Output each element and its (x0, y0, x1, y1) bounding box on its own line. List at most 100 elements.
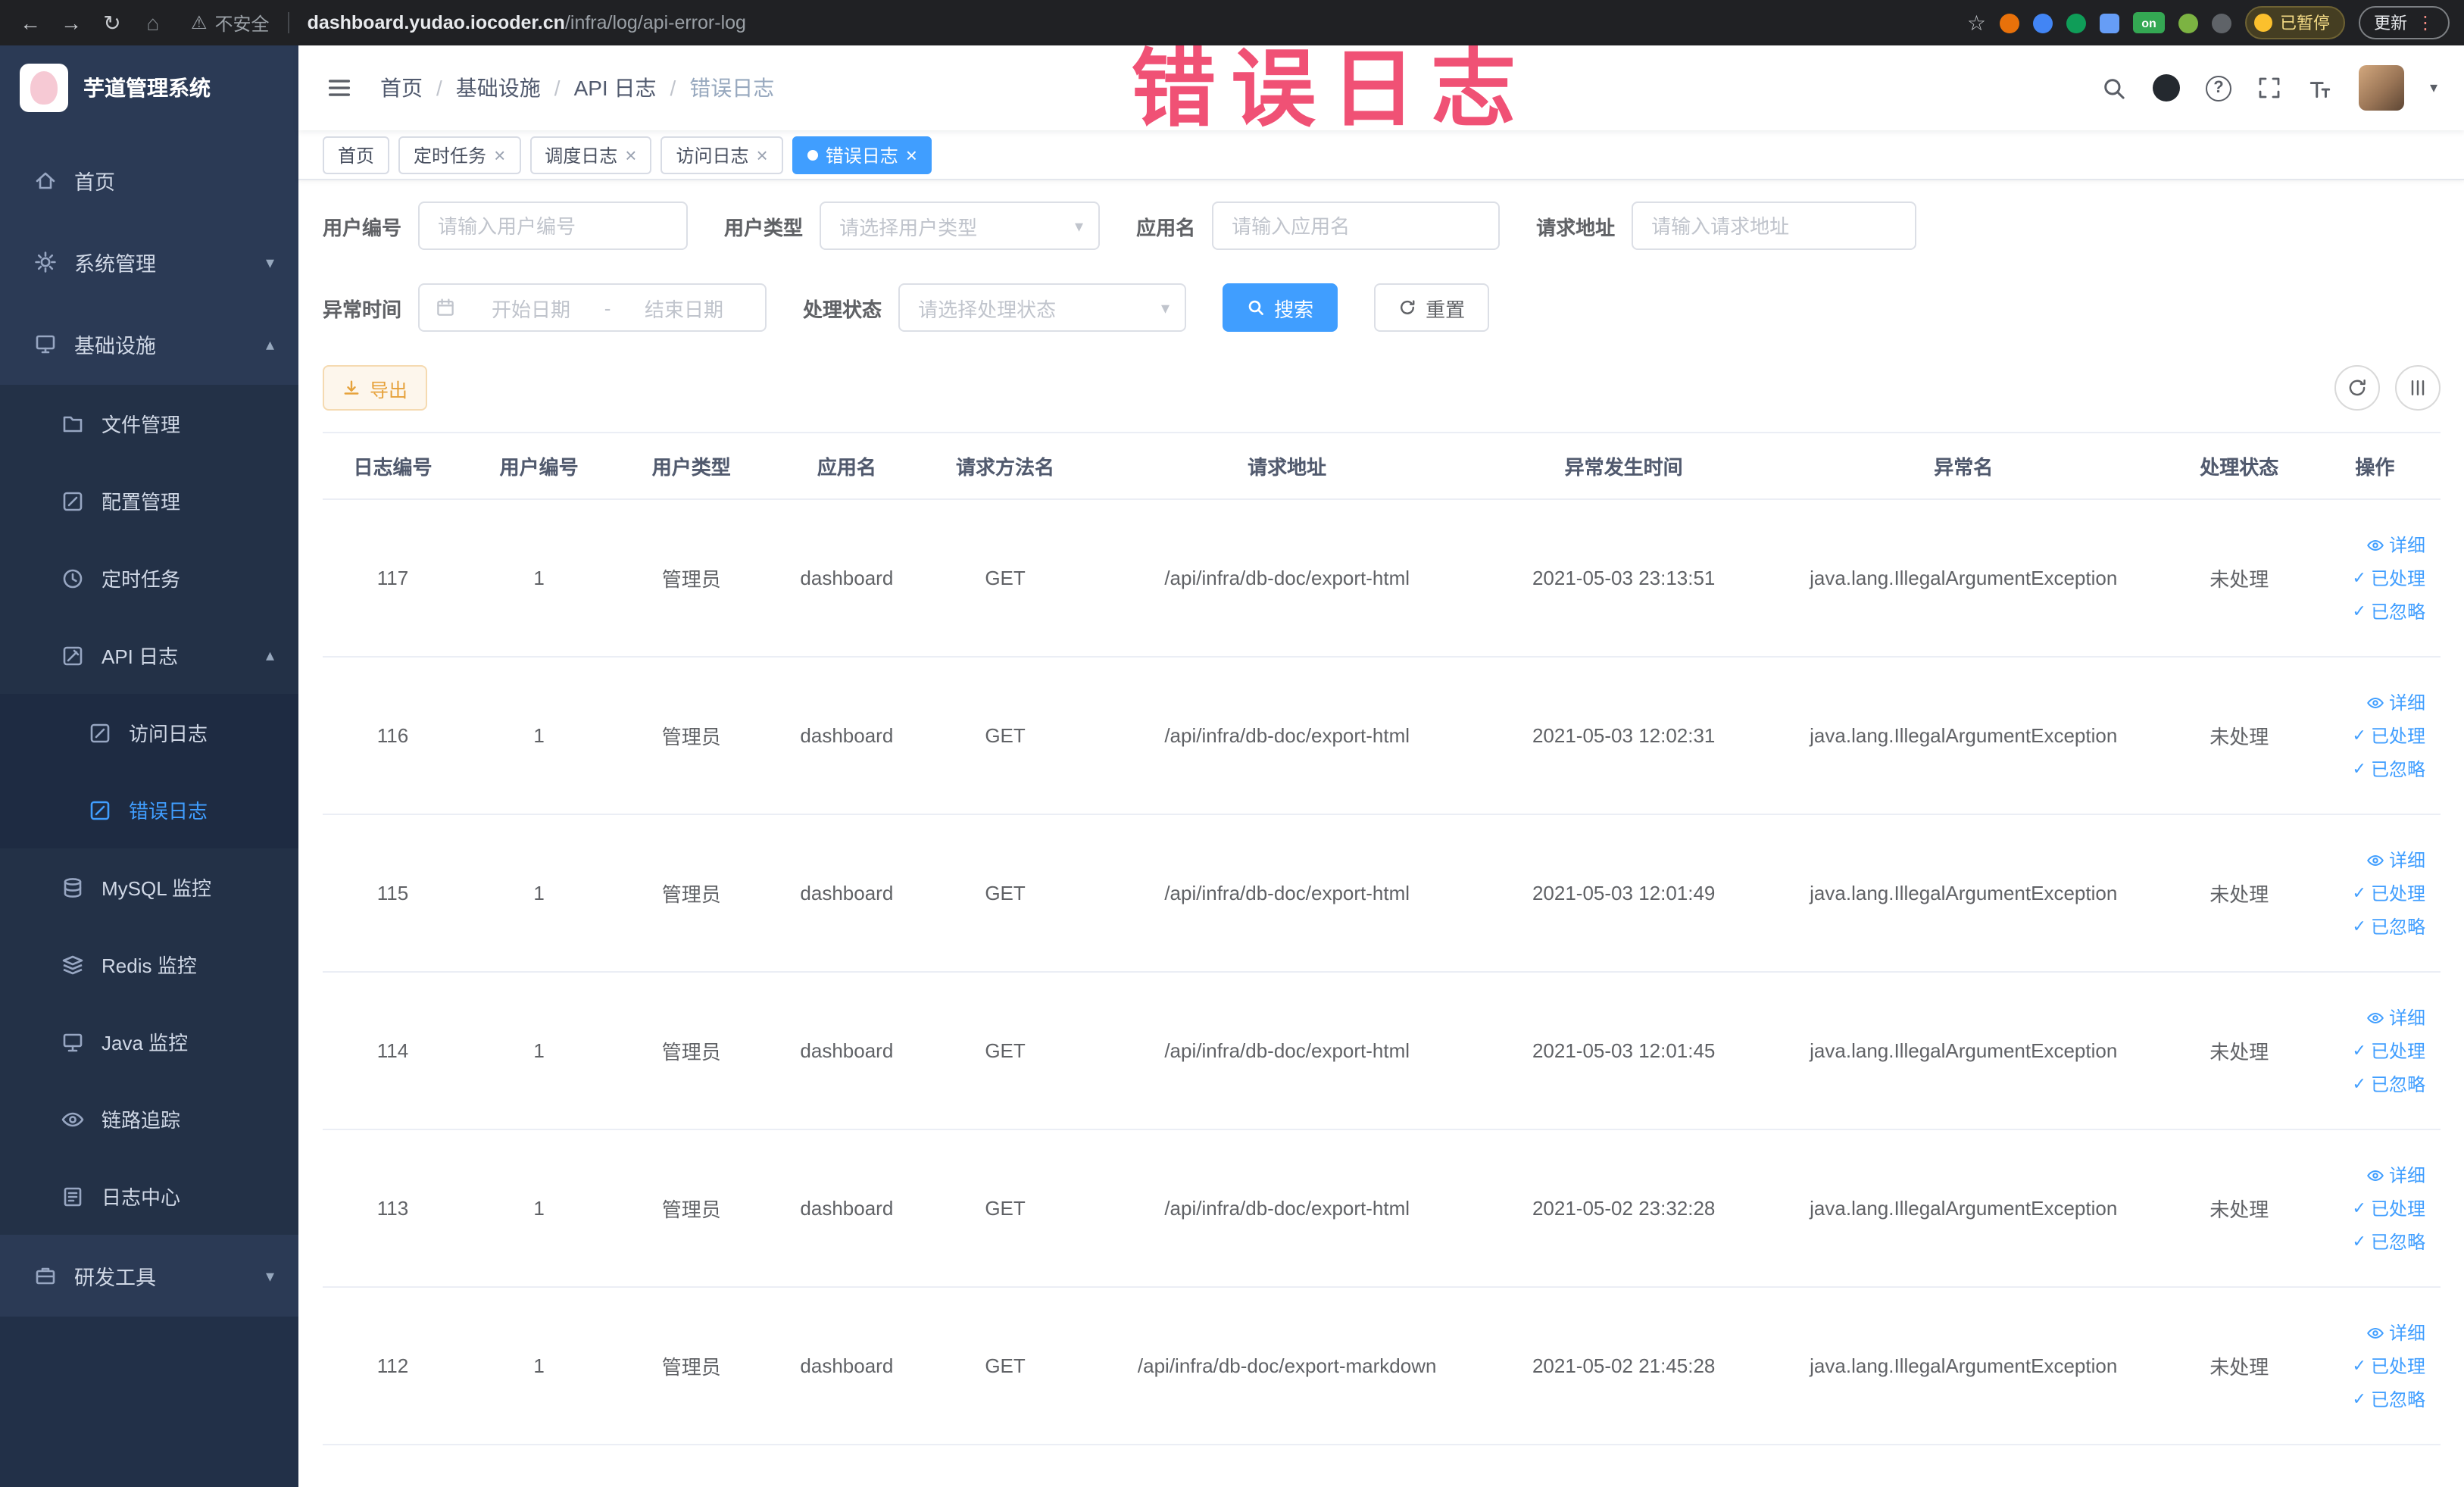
date-range-separator: - (604, 296, 611, 319)
back-icon[interactable]: ← (15, 8, 45, 38)
reload-icon[interactable]: ↻ (97, 8, 127, 38)
detail-link[interactable]: 详细 (2366, 847, 2425, 873)
app-name-input[interactable] (1212, 201, 1501, 250)
close-icon[interactable]: × (625, 145, 636, 164)
breadcrumb-separator: / (670, 76, 676, 100)
cell-actions: 详细 ✓ 已处理 ✓ 已忽略 (2309, 657, 2441, 815)
sidebar-item-redis-monitor[interactable]: Redis 监控 (0, 926, 298, 1003)
forward-icon[interactable]: → (56, 8, 86, 38)
cell-status: 未处理 (2169, 1287, 2309, 1445)
sidebar-item-label: 链路追踪 (101, 1109, 181, 1132)
sidebar-item-error-log[interactable]: 错误日志 (0, 771, 298, 848)
breadcrumb-item-api-logs[interactable]: API 日志 (574, 73, 657, 103)
avatar[interactable] (2358, 65, 2404, 111)
fullscreen-icon[interactable] (2257, 76, 2281, 100)
processed-link[interactable]: ✓ 已处理 (2353, 723, 2425, 748)
browser-menu-icon[interactable]: ⋮ (2416, 12, 2434, 33)
question-icon[interactable]: ? (2205, 75, 2231, 101)
tab-access-log[interactable]: 访问日志 × (661, 136, 783, 173)
table-row: 113 1 管理员 dashboard GET /api/infra/db-do… (323, 1129, 2441, 1288)
ignored-link[interactable]: ✓ 已忽略 (2353, 914, 2425, 939)
sidebar-item-system-management[interactable]: 系统管理 ▾ (0, 221, 298, 303)
filter-request-url: 请求地址 (1536, 201, 1917, 250)
check-icon: ✓ (2352, 1391, 2366, 1409)
reset-button[interactable]: 重置 (1374, 283, 1490, 332)
processed-link[interactable]: ✓ 已处理 (2353, 1038, 2425, 1064)
user-type-select[interactable]: 请选择用户类型 ▾ (820, 201, 1101, 250)
table-toolbar: 导出 (323, 365, 2441, 411)
extension-icon[interactable] (2000, 13, 2019, 33)
detail-link[interactable]: 详细 (2366, 1320, 2425, 1345)
paused-badge[interactable]: 已暂停 (2245, 6, 2345, 39)
extension-icon[interactable] (2178, 13, 2198, 33)
ignored-link[interactable]: ✓ 已忽略 (2353, 1071, 2425, 1097)
search-icon[interactable] (2101, 75, 2127, 101)
breadcrumb-separator: / (436, 76, 442, 100)
user-id-input[interactable] (418, 201, 689, 250)
extension-icon[interactable] (2066, 13, 2086, 33)
refresh-button[interactable] (2334, 365, 2380, 411)
reset-button-label: 重置 (1426, 298, 1466, 320)
extension-icon[interactable] (2100, 13, 2119, 33)
request-url-input[interactable] (1632, 201, 1917, 250)
search-button[interactable]: 搜索 (1223, 283, 1338, 332)
check-icon: ✓ (2352, 1357, 2366, 1376)
cell-status: 未处理 (2169, 1129, 2309, 1288)
column-settings-button[interactable] (2395, 365, 2441, 411)
ignored-link[interactable]: ✓ 已忽略 (2353, 756, 2425, 782)
close-icon[interactable]: × (757, 145, 768, 164)
home-icon[interactable]: ⌂ (138, 8, 168, 38)
sidebar-item-infrastructure[interactable]: 基础设施 ▴ (0, 303, 298, 385)
sidebar-item-mysql-monitor[interactable]: MySQL 监控 (0, 848, 298, 926)
tab-scheduled-tasks[interactable]: 定时任务 × (398, 136, 521, 173)
hamburger-icon[interactable] (326, 74, 353, 102)
chevron-down-icon[interactable]: ▾ (2430, 80, 2437, 96)
sidebar-item-config-management[interactable]: 配置管理 (0, 462, 298, 539)
exception-time-range-picker[interactable]: 开始日期 - 结束日期 (418, 283, 767, 332)
tab-home[interactable]: 首页 (323, 136, 390, 173)
detail-link[interactable]: 详细 (2366, 1162, 2425, 1188)
ignored-link[interactable]: ✓ 已忽略 (2353, 1229, 2425, 1254)
logo[interactable]: 芋道管理系统 (0, 45, 298, 130)
breadcrumb-item-home[interactable]: 首页 (380, 73, 423, 103)
sidebar-item-access-log[interactable]: 访问日志 (0, 694, 298, 771)
sidebar-item-java-monitor[interactable]: Java 监控 (0, 1003, 298, 1080)
process-status-select[interactable]: 请选择处理状态 ▾ (898, 283, 1187, 332)
detail-link[interactable]: 详细 (2366, 532, 2425, 558)
cell-method: GET (926, 1129, 1085, 1288)
processed-link[interactable]: ✓ 已处理 (2353, 565, 2425, 591)
detail-link[interactable]: 详细 (2366, 1004, 2425, 1030)
update-button[interactable]: 更新 ⋮ (2359, 6, 2450, 39)
site-security-indicator[interactable]: ⚠ 不安全 (191, 10, 270, 36)
processed-link[interactable]: ✓ 已处理 (2353, 1195, 2425, 1221)
font-size-icon[interactable] (2307, 75, 2333, 101)
extension-on-icon[interactable]: on (2133, 12, 2165, 33)
sidebar-item-scheduled-tasks[interactable]: 定时任务 (0, 539, 298, 617)
sidebar-item-log-center[interactable]: 日志中心 (0, 1157, 298, 1235)
layers-icon (62, 954, 83, 974)
bookmark-star-icon[interactable]: ☆ (1967, 10, 1986, 36)
tab-error-log[interactable]: 错误日志 × (792, 136, 932, 173)
address-bar[interactable]: dashboard.yudao.iocoder.cn/infra/log/api… (308, 12, 746, 33)
close-icon[interactable]: × (906, 145, 917, 164)
sidebar-item-dev-tools[interactable]: 研发工具 ▾ (0, 1235, 298, 1317)
breadcrumb-item-infrastructure[interactable]: 基础设施 (456, 73, 541, 103)
ignored-link[interactable]: ✓ 已忽略 (2353, 598, 2425, 624)
sidebar-item-home[interactable]: 首页 (0, 139, 298, 221)
processed-link[interactable]: ✓ 已处理 (2353, 880, 2425, 906)
app-shell: 芋道管理系统 首页 系统管理 ▾ 基础设施 ▴ 文件管理 配置管理 定时任务 A… (0, 45, 2464, 1487)
tab-dispatch-log[interactable]: 调度日志 × (529, 136, 652, 173)
processed-link[interactable]: ✓ 已处理 (2353, 1353, 2425, 1379)
github-icon[interactable] (2152, 74, 2180, 102)
extension-icon[interactable] (2033, 13, 2053, 33)
sidebar-item-api-logs[interactable]: API 日志 ▴ (0, 617, 298, 694)
puzzle-extension-icon[interactable] (2212, 13, 2231, 33)
sidebar-item-link-tracing[interactable]: 链路追踪 (0, 1080, 298, 1157)
cell-user-type: 管理员 (615, 499, 768, 658)
cell-exception-time: 2021-05-02 21:45:28 (1489, 1287, 1758, 1445)
export-button[interactable]: 导出 (323, 365, 428, 411)
ignored-link[interactable]: ✓ 已忽略 (2353, 1386, 2425, 1412)
detail-link[interactable]: 详细 (2366, 689, 2425, 715)
close-icon[interactable]: × (494, 145, 505, 164)
sidebar-item-file-management[interactable]: 文件管理 (0, 385, 298, 462)
